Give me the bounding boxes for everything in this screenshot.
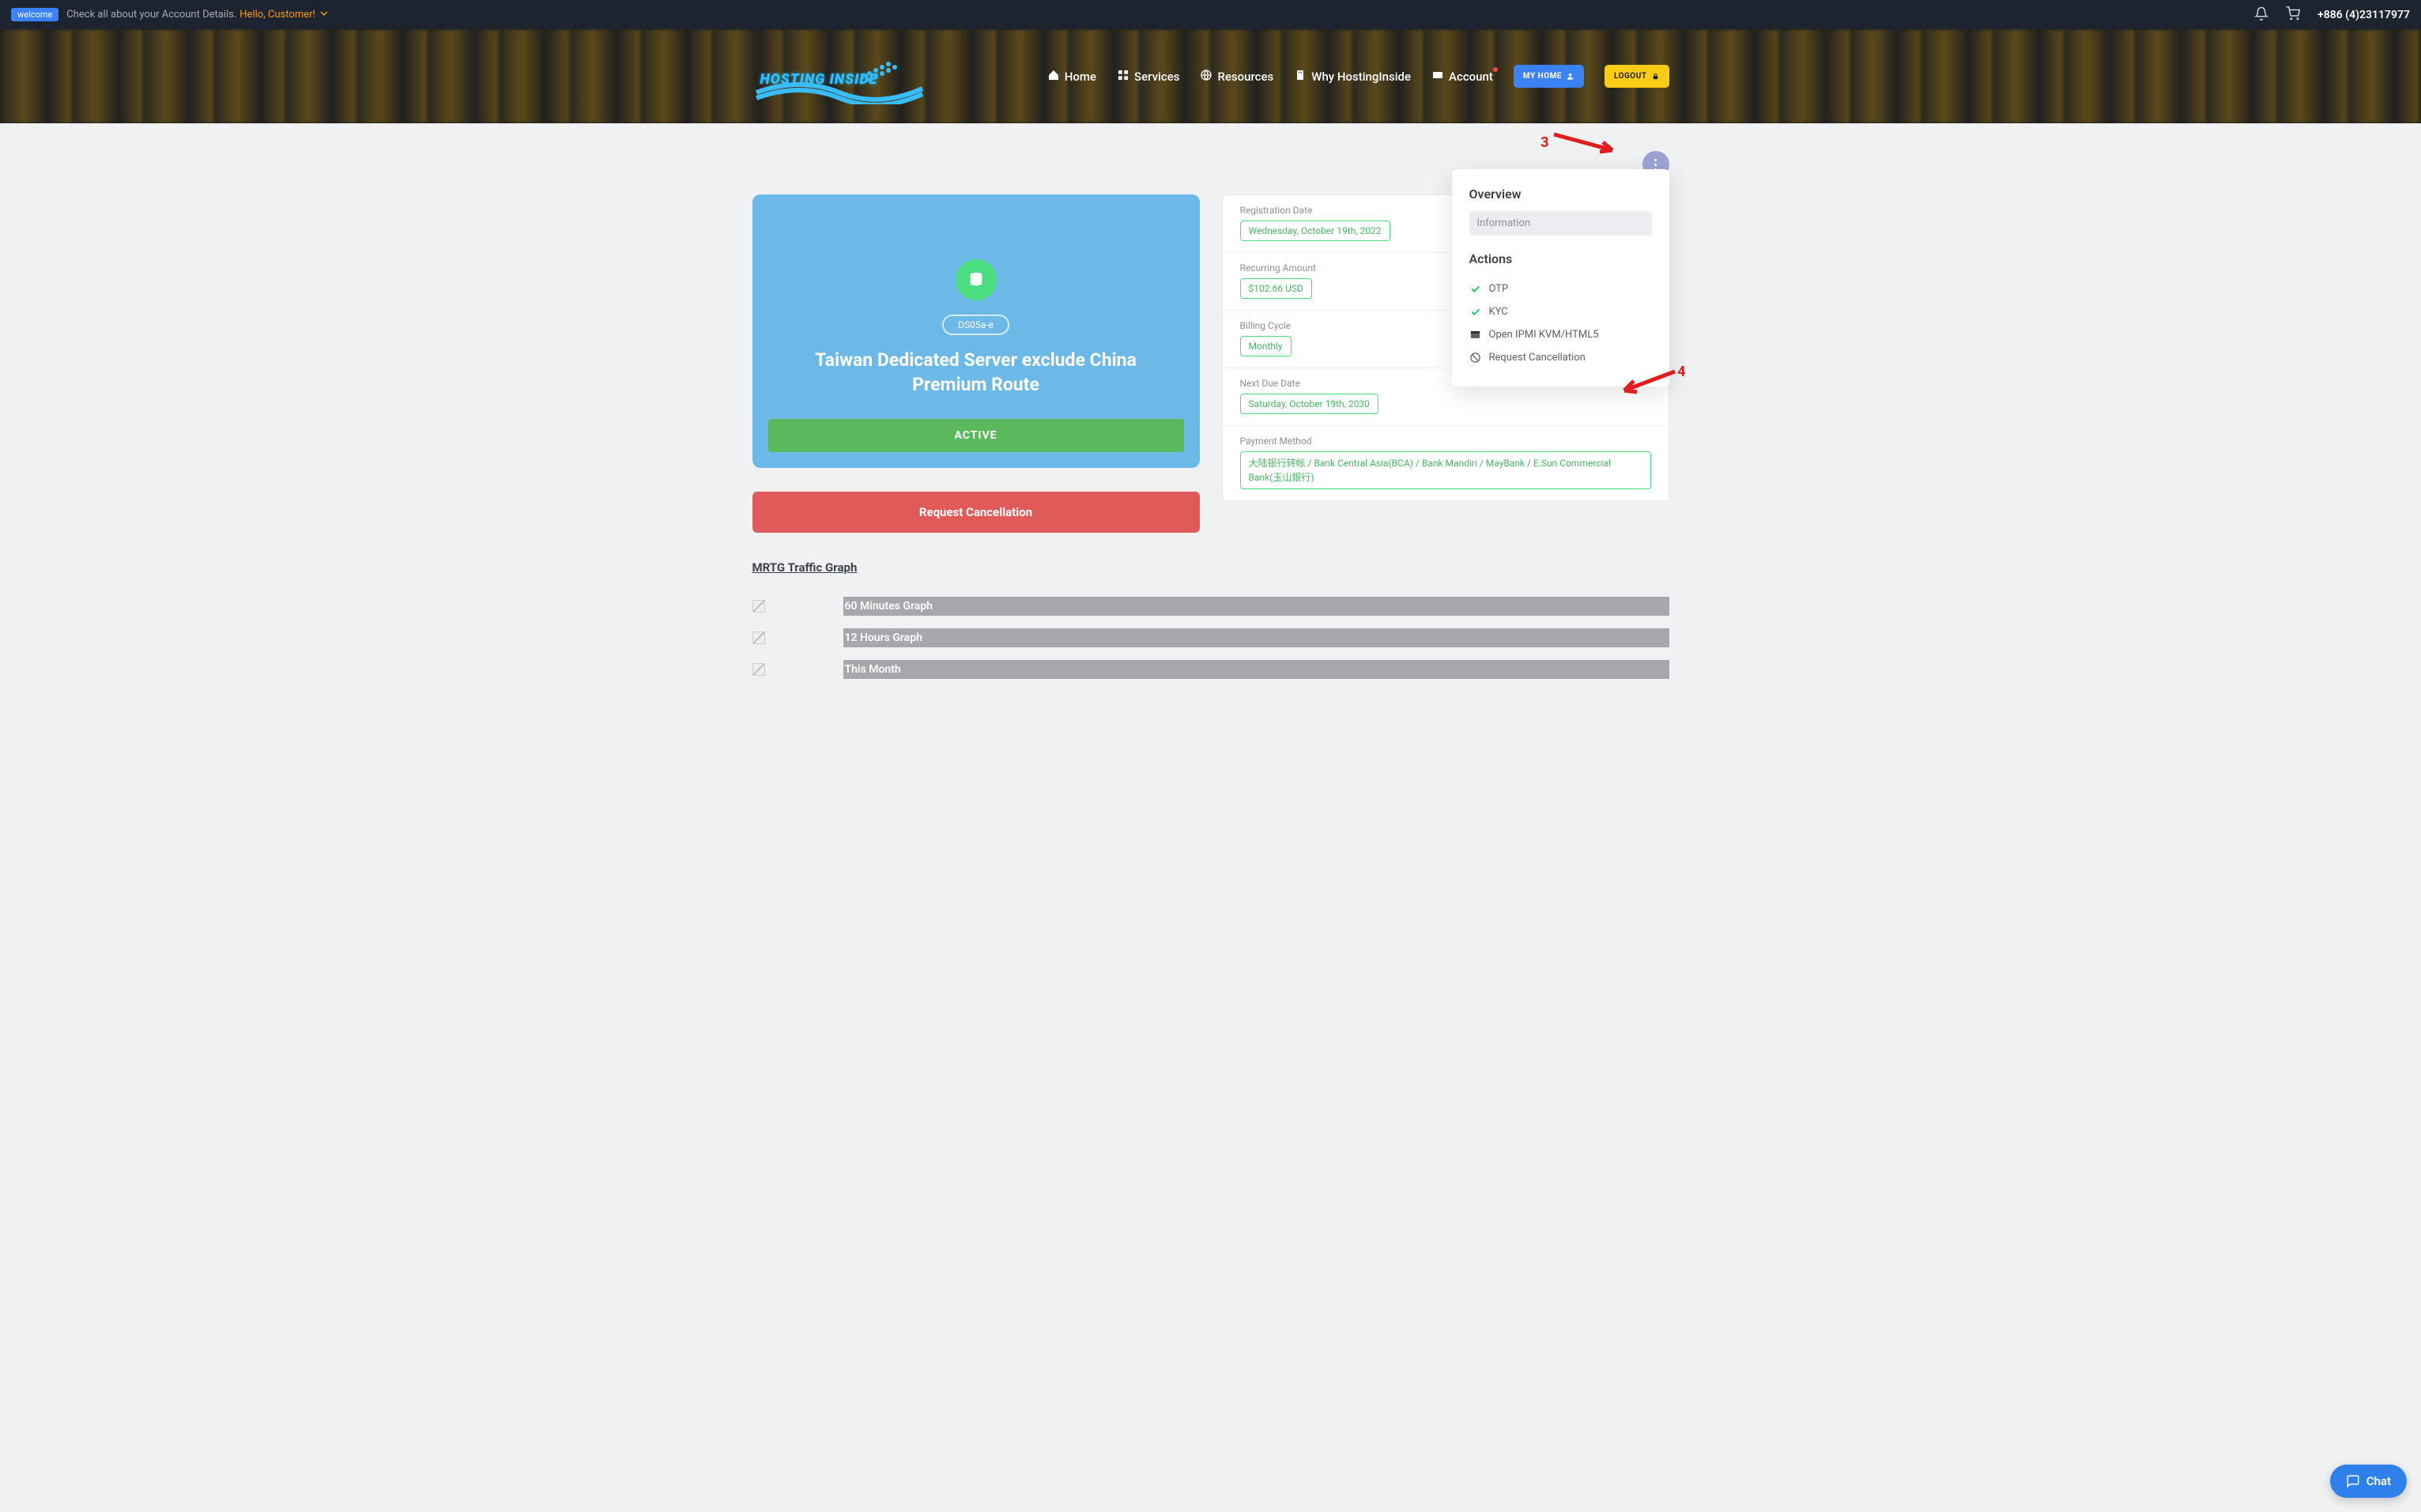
payment-method-value: 大陆银行转帐 / Bank Central Asia(BCA) / Bank M… [1240,451,1651,489]
broken-image-icon [752,600,765,613]
popover-otp-item[interactable]: OTP [1469,277,1652,300]
nav-services[interactable]: Services [1117,69,1179,85]
chat-icon [2346,1474,2360,1488]
main-content: 3 Overview Information Actions OTP KYC O… [745,123,1677,719]
bell-icon[interactable] [2254,6,2268,24]
nav-services-label: Services [1134,70,1179,84]
status-active-badge: ACTIVE [768,419,1184,452]
mrtg-title: MRTG Traffic Graph [752,560,1669,575]
mrtg-section: MRTG Traffic Graph 60 Minutes Graph 12 H… [752,560,1669,679]
welcome-tag: welcome [11,8,58,21]
nav-home[interactable]: Home [1047,69,1096,85]
topbar-right: +886 (4)23117977 [2237,6,2410,24]
home-icon [1047,69,1060,85]
popover-actions-heading: Actions [1469,251,1652,266]
check-icon [1469,283,1481,295]
prohibit-icon [1469,352,1481,364]
nav-home-label: Home [1065,70,1096,84]
popover-cancel-item[interactable]: Request Cancellation [1469,346,1652,369]
annotation-4-label: 4 [1677,364,1685,380]
logout-button[interactable]: LOGOUT [1605,65,1669,88]
annotation-arrow-3: 3 [1540,128,1623,156]
product-title: Taiwan Dedicated Server exclude China Pr… [768,348,1184,397]
mrtg-12hours-label: 12 Hours Graph [843,628,1669,647]
topbar-account-text: Check all about your Account Details. [66,9,236,21]
notification-dot-icon [1493,67,1498,72]
cart-icon[interactable] [2286,6,2300,24]
info-row-payment: Payment Method 大陆银行转帐 / Bank Central Asi… [1223,426,1669,500]
popover-ipmi-item[interactable]: Open IPMI KVM/HTML5 [1469,323,1652,346]
recurring-amount-value: $102.66 USD [1240,278,1312,299]
popover-kyc-label: KYC [1489,306,1508,318]
my-home-button[interactable]: MY HOME [1514,65,1584,88]
broken-image-icon [752,632,765,644]
popover-ipmi-label: Open IPMI KVM/HTML5 [1489,329,1599,341]
billing-cycle-value: Monthly [1240,336,1292,356]
mrtg-row-month: This Month [752,660,1669,679]
popover-information-item[interactable]: Information [1469,211,1652,236]
window-icon [1469,329,1481,341]
database-icon [956,259,997,300]
request-cancellation-button[interactable]: Request Cancellation [752,492,1200,533]
registration-date-value: Wednesday, October 19th, 2022 [1240,221,1390,241]
services-icon [1117,69,1129,85]
mrtg-month-label: This Month [843,660,1669,679]
nav-account[interactable]: Account [1431,69,1493,85]
popover-cancel-label: Request Cancellation [1489,352,1586,364]
nav-why-label: Why HostingInside [1311,70,1411,84]
nav-account-label: Account [1449,70,1493,84]
product-code-pill: DS05a-e [942,315,1009,335]
logout-label: LOGOUT [1614,72,1647,81]
nav-resources-label: Resources [1217,70,1273,84]
actions-popover: Overview Information Actions OTP KYC Ope… [1452,169,1669,386]
chat-label: Chat [2366,1474,2391,1488]
nav-resources[interactable]: Resources [1200,69,1273,85]
mrtg-60min-label: 60 Minutes Graph [843,597,1669,616]
broken-image-icon [752,663,765,676]
popover-kyc-item[interactable]: KYC [1469,300,1652,323]
phone-number[interactable]: +886 (4)23117977 [2317,9,2410,21]
check-icon [1469,306,1481,318]
topbar: welcome Check all about your Account Det… [0,0,2421,29]
main-nav: Home Services Resources Why HostingInsid… [1047,65,1669,88]
annotation-arrow-4: 4 [1615,368,1676,399]
hello-text: Hello, Customer! [239,9,315,21]
next-due-date-value: Saturday, October 19th, 2030 [1240,394,1378,414]
popover-overview-heading: Overview [1469,187,1652,202]
globe-icon [1200,69,1212,85]
mrtg-row-12hours: 12 Hours Graph [752,628,1669,647]
popover-otp-label: OTP [1489,283,1509,295]
chat-button[interactable]: Chat [2330,1465,2407,1498]
payment-method-label: Payment Method [1240,436,1651,447]
topbar-hello[interactable]: Hello, Customer! [239,9,328,21]
nav-why[interactable]: Why HostingInside [1294,69,1411,85]
logo[interactable]: HOSTING INSIDE [752,41,942,112]
header: HOSTING INSIDE Home Services Resources W… [0,29,2421,123]
product-card: DS05a-e Taiwan Dedicated Server exclude … [752,194,1200,468]
my-home-label: MY HOME [1523,72,1562,81]
building-icon [1294,69,1307,85]
mrtg-row-60min: 60 Minutes Graph [752,597,1669,616]
card-icon [1431,69,1444,85]
annotation-3-label: 3 [1540,134,1548,151]
